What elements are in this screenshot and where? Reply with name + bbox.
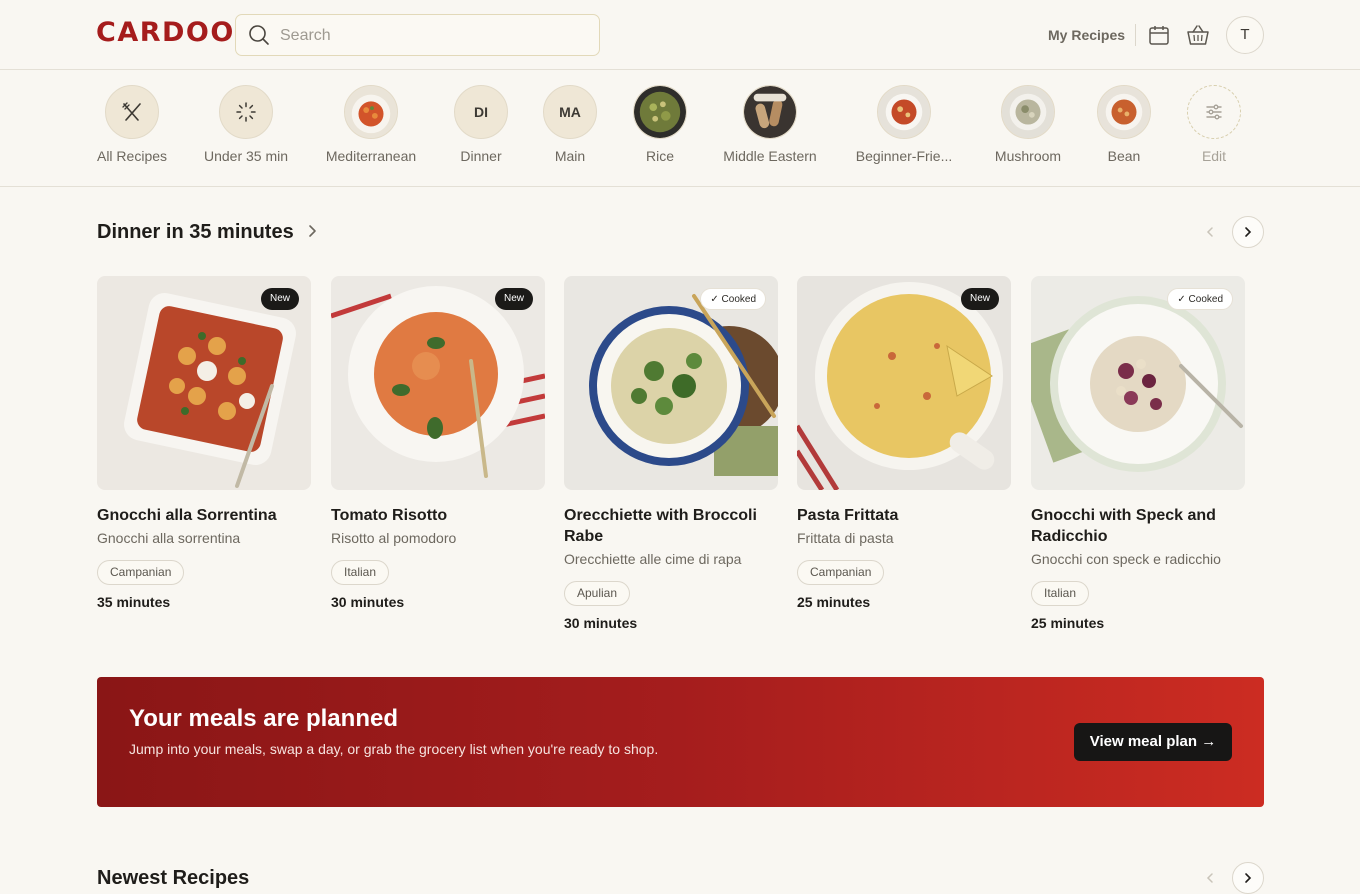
cooked-badge: ✓ Cooked [1167,288,1233,310]
cooked-badge-label: Cooked [721,294,756,305]
check-icon: ✓ [710,294,722,305]
recipe-title[interactable]: Gnocchi with Speck and Radicchio [1031,505,1245,547]
recipe-title[interactable]: Gnocchi alla Sorrentina [97,505,311,526]
new-badge: New [260,288,299,310]
recipe-card[interactable]: New Gnocchi alla Sorrentina Gnocchi alla… [97,276,311,610]
category-food-photo [877,85,931,139]
carousel-prev-button[interactable] [1194,216,1226,248]
recipe-card[interactable]: ✓ Cooked Orecchiette with Broccoli Rabe … [564,276,778,631]
chevron-right-icon [309,225,317,237]
recipe-title[interactable]: Pasta Frittata [797,505,1011,526]
chevron-left-icon [1206,873,1213,883]
category-food-photo [344,85,398,139]
basket-icon[interactable] [1186,23,1210,47]
recipe-photo[interactable]: New [331,276,545,490]
new-badge: New [494,288,533,310]
recipe-time: 25 minutes [797,594,871,610]
category-all-recipes[interactable]: All Recipes [67,85,197,164]
category-label: Edit [1201,148,1227,164]
category-food-photo [1001,85,1055,139]
category-initials: MA [543,85,597,139]
chevron-right-icon [1245,227,1252,237]
new-badge: New [960,288,999,310]
user-avatar[interactable]: T [1226,16,1264,54]
recipe-time: 25 minutes [1031,615,1105,631]
carousel-prev-button[interactable] [1194,862,1226,894]
search-placeholder: Search [280,27,331,44]
cooked-badge: ✓ Cooked [700,288,766,310]
recipe-photo[interactable]: ✓ Cooked [1031,276,1245,490]
cuisine-tag[interactable]: Italian [331,560,390,585]
recipe-card[interactable]: New Pasta Frittata Frittata di pasta Cam… [797,276,1011,610]
cooked-badge-label: Cooked [1188,294,1223,305]
calendar-icon[interactable] [1148,24,1170,46]
header-divider [1135,24,1136,46]
recipe-subtitle: Risotto al pomodoro [331,530,457,546]
recipe-photo[interactable]: New [797,276,1011,490]
view-meal-plan-button[interactable]: View meal plan → [1074,723,1232,761]
recipe-photo[interactable]: ✓ Cooked [564,276,778,490]
meal-plan-banner: Your meals are planned Jump into your me… [97,677,1264,807]
check-icon: ✓ [1177,294,1189,305]
banner-title: Your meals are planned [129,705,398,732]
category-label: Middle Eastern [723,148,817,164]
section-newest-title[interactable]: Newest Recipes [97,867,249,890]
chevron-right-icon [1245,873,1252,883]
category-food-photo [1097,85,1151,139]
recipe-time: 35 minutes [97,594,171,610]
my-recipes-link[interactable]: My Recipes [1048,27,1125,43]
cuisine-tag[interactable]: Campanian [97,560,185,585]
recipe-card[interactable]: ✓ Cooked Gnocchi with Speck and Radicchi… [1031,276,1245,631]
sliders-icon [1187,85,1241,139]
recipe-subtitle: Gnocchi alla sorrentina [97,530,241,546]
category-label: Beginner-Frie... [855,148,953,164]
banner-description: Jump into your meals, swap a day, or gra… [129,741,659,757]
category-initials: DI [454,85,508,139]
recipe-photo[interactable]: New [97,276,311,490]
recipe-time: 30 minutes [331,594,405,610]
cuisine-tag[interactable]: Apulian [564,581,631,606]
category-beginner-friendly[interactable]: Beginner-Frie... [839,85,969,164]
category-food-photo [743,85,797,139]
recipe-subtitle: Gnocchi con speck e radicchio [1031,551,1221,567]
category-bar: All Recipes Under 35 min Mediterranean D… [0,70,1360,187]
category-food-photo [633,85,687,139]
category-edit[interactable]: Edit [1149,85,1279,164]
recipe-subtitle: Frittata di pasta [797,530,894,546]
recipe-title[interactable]: Orecchiette with Broccoli Rabe [564,505,778,547]
category-label: Under 35 min [203,148,289,164]
category-label: All Recipes [96,148,168,164]
section-title-text: Dinner in 35 minutes [97,221,294,243]
recipe-subtitle: Orecchiette alle cime di rapa [564,551,742,567]
search-icon [249,25,269,45]
category-under-35-min[interactable]: Under 35 min [181,85,311,164]
loader-icon [219,85,273,139]
cuisine-tag[interactable]: Campanian [797,560,885,585]
chevron-left-icon [1206,227,1213,237]
cuisine-tag[interactable]: Italian [1031,581,1090,606]
recipe-time: 30 minutes [564,615,638,631]
carousel-next-button[interactable] [1232,862,1264,894]
carousel-next-button[interactable] [1232,216,1264,248]
search-input[interactable]: Search [235,14,600,56]
category-middle-eastern[interactable]: Middle Eastern [705,85,835,164]
top-header: CARDOON Search My Recipes T [0,0,1360,70]
recipe-title[interactable]: Tomato Risotto [331,505,545,526]
recipe-card[interactable]: New Tomato Risotto Risotto al pomodoro I… [331,276,545,610]
utensils-crossed-icon [105,85,159,139]
section-dinner-title[interactable]: Dinner in 35 minutes [97,221,319,244]
